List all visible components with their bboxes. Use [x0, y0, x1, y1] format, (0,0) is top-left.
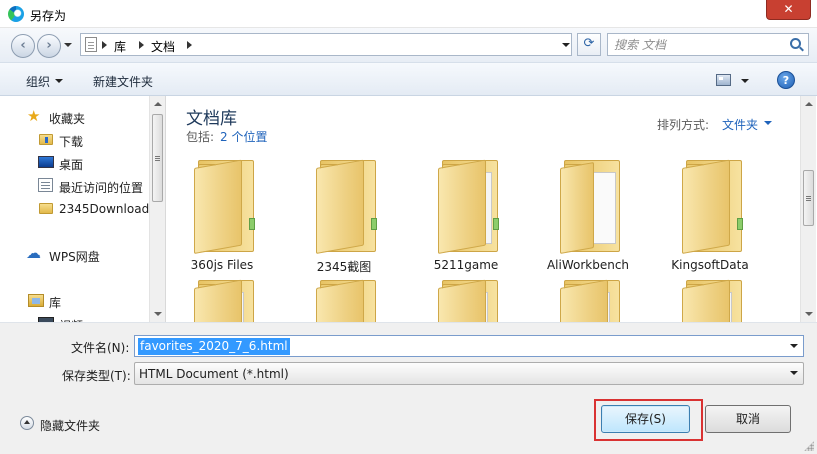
- breadcrumb-libraries[interactable]: 库: [114, 38, 126, 55]
- scroll-down-arrow-icon[interactable]: [154, 312, 162, 316]
- nav-2345downloads-label: 2345Downloads: [59, 202, 156, 216]
- change-view-icon[interactable]: [716, 74, 731, 86]
- nav-libraries-label: 库: [49, 296, 62, 310]
- save-type-label: 保存类型(T):: [62, 369, 131, 383]
- hide-folders-toggle[interactable]: 隐藏文件夹: [40, 417, 100, 434]
- breadcrumb-chevron-icon[interactable]: [187, 41, 192, 49]
- search-box[interactable]: [607, 33, 809, 56]
- folder-icon: [39, 203, 53, 214]
- nav-wps-label: WPS网盘: [49, 250, 100, 264]
- edge-browser-icon: [8, 6, 24, 22]
- scroll-up-arrow-icon[interactable]: [154, 102, 162, 106]
- save-type-dropdown-icon[interactable]: [790, 371, 798, 375]
- folder-icon: [438, 279, 500, 322]
- resize-grip-icon[interactable]: [804, 441, 814, 451]
- search-input[interactable]: [614, 37, 784, 53]
- cancel-button[interactable]: 取消: [705, 405, 791, 433]
- folder-name: 2345截图: [316, 260, 372, 274]
- folder-name: AliWorkbench: [546, 258, 630, 272]
- breadcrumb-chevron-icon[interactable]: [139, 41, 144, 49]
- save-type-select[interactable]: HTML Document (*.html): [134, 362, 804, 385]
- save-button[interactable]: 保存(S): [601, 405, 690, 433]
- organize-button[interactable]: 组织: [26, 73, 50, 90]
- nav-downloads[interactable]: 下载: [0, 129, 150, 151]
- nav-scrollbar[interactable]: [149, 96, 165, 322]
- save-type-value: HTML Document (*.html): [139, 367, 289, 381]
- desktop-icon: [38, 156, 54, 168]
- file-list-scroll-thumb[interactable]: [803, 170, 814, 226]
- filename-dropdown-icon[interactable]: [790, 344, 798, 348]
- breadcrumb-chevron-icon[interactable]: [102, 41, 107, 49]
- recent-places-icon: [38, 178, 53, 192]
- folder-name: 5211game: [433, 258, 499, 272]
- organize-caret-icon[interactable]: [55, 79, 63, 83]
- scroll-up-arrow-icon[interactable]: [805, 102, 813, 106]
- view-options-caret-icon[interactable]: [741, 79, 749, 83]
- folder-icon: [560, 160, 622, 254]
- nav-recent-label: 最近访问的位置: [59, 181, 144, 195]
- nav-favorites[interactable]: ★ 收藏夹: [0, 106, 150, 128]
- window-title: 另存为: [30, 9, 67, 23]
- history-dropdown-icon[interactable]: [64, 43, 72, 47]
- nav-downloads-label: 下载: [59, 135, 84, 149]
- library-title: 文档库: [186, 109, 237, 129]
- folder-name: 360js Files: [190, 258, 254, 272]
- folder-icon: [682, 159, 744, 254]
- nav-wps-cloud[interactable]: ☁ WPS网盘: [0, 244, 150, 266]
- new-folder-button[interactable]: 新建文件夹: [93, 73, 153, 90]
- nav-desktop-label: 桌面: [59, 158, 84, 172]
- close-button[interactable]: ✕: [766, 0, 811, 20]
- file-list-scrollbar[interactable]: [800, 96, 816, 322]
- scroll-down-arrow-icon[interactable]: [805, 312, 813, 316]
- folder-icon: [316, 159, 378, 254]
- address-row: ‹ › 库 文档 ⟳: [0, 28, 817, 62]
- nav-favorites-label: 收藏夹: [49, 112, 86, 126]
- collapse-up-icon[interactable]: [20, 416, 34, 430]
- arrange-by-label: 排列方式:: [657, 118, 710, 132]
- save-form-area: 文件名(N): favorites_2020_7_6.html 保存类型(T):…: [0, 322, 817, 454]
- title-bar: 另存为 ✕: [0, 0, 817, 28]
- back-button[interactable]: ‹: [11, 34, 35, 58]
- filename-field[interactable]: favorites_2020_7_6.html: [134, 335, 804, 357]
- folder-icon: [316, 279, 378, 322]
- libraries-icon: [28, 294, 44, 307]
- folder-icon: [560, 279, 622, 322]
- command-toolbar: 组织 新建文件夹 ?: [0, 62, 817, 96]
- folder-icon: [194, 159, 256, 254]
- nav-scroll-thumb[interactable]: [152, 114, 163, 202]
- nav-videos[interactable]: 视频: [0, 313, 150, 322]
- arrange-caret-icon[interactable]: [764, 121, 772, 125]
- location-document-icon: [85, 37, 97, 52]
- nav-libraries[interactable]: 库: [0, 290, 150, 312]
- folder-icon: [682, 279, 744, 322]
- favorites-star-icon: ★: [27, 107, 41, 125]
- filename-selected-text[interactable]: favorites_2020_7_6.html: [138, 338, 290, 355]
- cloud-icon: ☁: [26, 244, 41, 262]
- folder-icon: [194, 279, 256, 322]
- search-icon[interactable]: [790, 38, 801, 49]
- arrange-by-dropdown[interactable]: 文件夹: [722, 116, 758, 133]
- address-bar[interactable]: 库 文档: [80, 33, 572, 56]
- library-locations-link[interactable]: 2 个位置: [220, 128, 267, 145]
- filename-label: 文件名(N):: [71, 341, 130, 355]
- nav-desktop[interactable]: 桌面: [0, 152, 150, 174]
- help-icon[interactable]: ?: [777, 71, 795, 89]
- library-includes-label: 包括:: [186, 130, 215, 144]
- nav-2345downloads[interactable]: 2345Downloads: [0, 198, 155, 220]
- forward-button[interactable]: ›: [37, 34, 61, 58]
- refresh-button[interactable]: ⟳: [577, 33, 601, 56]
- downloads-folder-icon: [39, 134, 53, 145]
- folder-name: KingsoftData: [671, 258, 749, 272]
- folder-icon: [438, 159, 500, 254]
- navigation-pane: ★ 收藏夹 下载 桌面 最近访问的位置 2345Downloads ☁ WPS网…: [0, 96, 166, 322]
- file-list-pane: 文档库 包括: 2 个位置 排列方式: 文件夹 360js Files 2345…: [166, 96, 817, 322]
- breadcrumb-documents[interactable]: 文档: [151, 38, 175, 55]
- nav-recent-places[interactable]: 最近访问的位置: [0, 175, 150, 197]
- address-dropdown-icon[interactable]: [562, 43, 570, 47]
